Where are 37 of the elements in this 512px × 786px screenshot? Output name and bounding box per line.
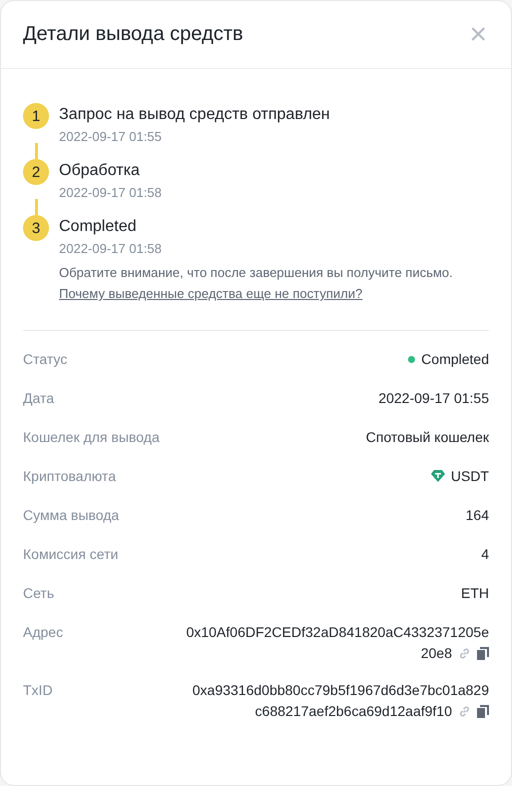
detail-value: 20e8 xyxy=(420,644,452,663)
detail-label: Адрес xyxy=(23,623,64,642)
detail-label: Комиссия сети xyxy=(23,545,118,564)
step-number: 3 xyxy=(23,215,49,241)
detail-value: 2022-09-17 01:55 xyxy=(378,389,489,408)
detail-value: 4 xyxy=(481,545,489,564)
step-number: 1 xyxy=(23,103,49,129)
detail-value: 0x10Af06DF2CEDf32aD841820aC4332371205e xyxy=(186,623,489,642)
detail-label: Сеть xyxy=(23,584,54,603)
step-time: 2022-09-17 01:58 xyxy=(59,241,163,256)
detail-value: c688217aef2b6ca69d12aaf9f10 xyxy=(255,702,452,721)
step-time: 2022-09-17 01:55 xyxy=(59,129,163,144)
detail-value: 0xa93316d0bb80cc79b5f1967d6d3e7bc01a829 xyxy=(192,681,489,700)
dialog-title: Детали вывода средств xyxy=(23,23,244,46)
detail-label: Дата xyxy=(23,389,54,408)
detail-value: ETH xyxy=(461,584,489,603)
step-title: Completed xyxy=(59,218,138,236)
coin-icon xyxy=(430,469,445,483)
detail-value: 164 xyxy=(466,506,489,525)
step-title: Запрос на вывод средств отправлен xyxy=(59,106,330,124)
detail-value: Completed xyxy=(421,350,489,369)
step-note: Обратите внимание, что после завершения вы получите письмо. Почему выведенные средства еще не поступили? xyxy=(59,264,454,303)
step-connector xyxy=(34,199,38,215)
detail-label: Сумма вывода xyxy=(23,506,120,525)
detail-value: Спотовый кошелек xyxy=(366,428,489,447)
detail-label: Кошелек для вывода xyxy=(23,428,160,447)
step-number: 2 xyxy=(23,159,49,185)
detail-label: Криптовалюта xyxy=(23,467,116,486)
step-connector xyxy=(34,143,38,159)
detail-label: TxID xyxy=(23,681,53,700)
step-title: Обработка xyxy=(59,162,141,180)
detail-value: USDT xyxy=(450,467,489,486)
help-link[interactable]: Почему выведенные средства еще не поступили? xyxy=(59,286,363,301)
detail-label: Статус xyxy=(23,350,68,369)
copy-icon[interactable] xyxy=(477,705,489,718)
copy-icon[interactable] xyxy=(477,647,489,660)
step-time: 2022-09-17 01:58 xyxy=(59,185,162,200)
